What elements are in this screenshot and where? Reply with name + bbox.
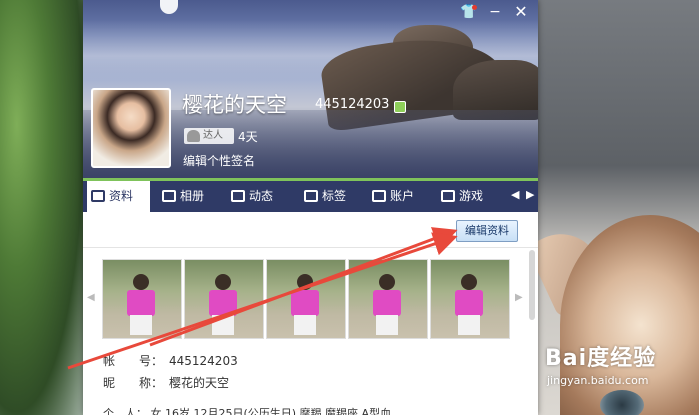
field-value: 樱花的天空 <box>169 376 230 390</box>
field-key: 昵 称： <box>103 376 164 390</box>
photo-figure <box>212 315 234 335</box>
divider <box>83 247 538 248</box>
briefcase-icon <box>372 190 386 202</box>
photo-figure <box>379 274 395 290</box>
photo-icon <box>162 190 176 202</box>
profile-header: 👕 − ✕ 樱花的天空 445124203 达人 4天 编辑个性签名 <box>83 0 538 178</box>
gallery-photo[interactable] <box>102 259 182 339</box>
tab-label: 动态 <box>249 189 274 203</box>
tab-label: 相册 <box>180 189 205 203</box>
photo-figure <box>294 315 316 335</box>
tab-scroll-left-icon[interactable]: ◀ <box>511 188 521 201</box>
tab-feed[interactable]: 动态 <box>227 181 289 212</box>
tab-games[interactable]: 游戏 <box>437 181 499 212</box>
photo-figure <box>376 315 398 335</box>
active-days: 4天 <box>238 130 258 144</box>
level-badge-label: 达人 <box>203 130 223 141</box>
photo-figure <box>455 290 483 316</box>
field-nickname: 昵 称： 樱花的天空 <box>103 374 229 391</box>
edit-profile-button[interactable]: 编辑资料 <box>456 220 518 242</box>
tab-label: 账户 <box>390 189 415 203</box>
photo-figure <box>291 290 319 316</box>
tab-bar: 资料 相册 动态 标签 账户 游戏 ◀ ▶ <box>83 178 538 212</box>
photo-figure <box>133 274 149 290</box>
field-value: 445124203 <box>169 354 238 368</box>
crown-icon <box>187 130 200 142</box>
scrollbar[interactable] <box>529 250 535 320</box>
field-account: 帐 号： 445124203 <box>103 352 238 369</box>
gallery-photo[interactable] <box>348 259 428 339</box>
watermark-logo: Bai度经验 <box>545 346 657 371</box>
online-status-icon[interactable] <box>394 101 406 113</box>
baidu-watermark: Bai度经验 jingyan.baidu.com <box>545 340 695 400</box>
bookmark-icon <box>304 190 318 202</box>
field-key: 帐 号： <box>103 354 164 368</box>
nickname-label: 樱花的天空 <box>182 93 287 117</box>
close-button[interactable]: ✕ <box>511 3 531 21</box>
tab-account[interactable]: 账户 <box>368 181 430 212</box>
minimize-button[interactable]: − <box>485 3 505 21</box>
gallery-photo[interactable] <box>430 259 510 339</box>
photo-figure <box>209 290 237 316</box>
notification-dot <box>472 5 477 10</box>
avatar[interactable] <box>91 88 171 168</box>
photo-figure <box>458 315 480 335</box>
gallery-photo[interactable] <box>184 259 264 339</box>
background-leaves <box>0 0 84 415</box>
tab-label: 游戏 <box>459 189 484 203</box>
level-badge[interactable]: 达人 <box>184 128 234 144</box>
photo-figure <box>461 274 477 290</box>
field-personal-partial: 个 人： 女 16岁 12月25日(公历生日) 摩羯 魔羯座 A型血 <box>103 407 392 415</box>
tab-profile[interactable]: 资料 <box>87 181 150 212</box>
tab-label: 标签 <box>322 189 347 203</box>
tab-album[interactable]: 相册 <box>158 181 220 212</box>
tab-label: 资料 <box>109 189 134 203</box>
gallery-next-icon[interactable]: ▶ <box>515 292 523 303</box>
id-card-icon <box>91 190 105 202</box>
gamepad-icon <box>441 190 455 202</box>
list-icon <box>231 190 245 202</box>
tab-tags[interactable]: 标签 <box>300 181 362 212</box>
profile-window: 👕 − ✕ 樱花的天空 445124203 达人 4天 编辑个性签名 资料 相册… <box>83 0 538 415</box>
photo-figure <box>373 290 401 316</box>
signature-edit-link[interactable]: 编辑个性签名 <box>183 152 255 169</box>
photo-figure <box>297 274 313 290</box>
gallery-prev-icon[interactable]: ◀ <box>87 292 95 303</box>
profile-content: 编辑资料 ◀ ▶ 帐 号： 445124203 昵 称： 樱花的天空 个 人： 女 … <box>83 212 538 415</box>
photo-figure <box>215 274 231 290</box>
qq-number: 445124203 <box>315 97 390 112</box>
gallery-photo[interactable] <box>266 259 346 339</box>
tab-scroll-right-icon[interactable]: ▶ <box>526 188 536 201</box>
photo-figure <box>127 290 155 316</box>
header-moon <box>160 0 178 14</box>
photo-figure <box>130 315 152 335</box>
watermark-url: jingyan.baidu.com <box>547 374 649 387</box>
